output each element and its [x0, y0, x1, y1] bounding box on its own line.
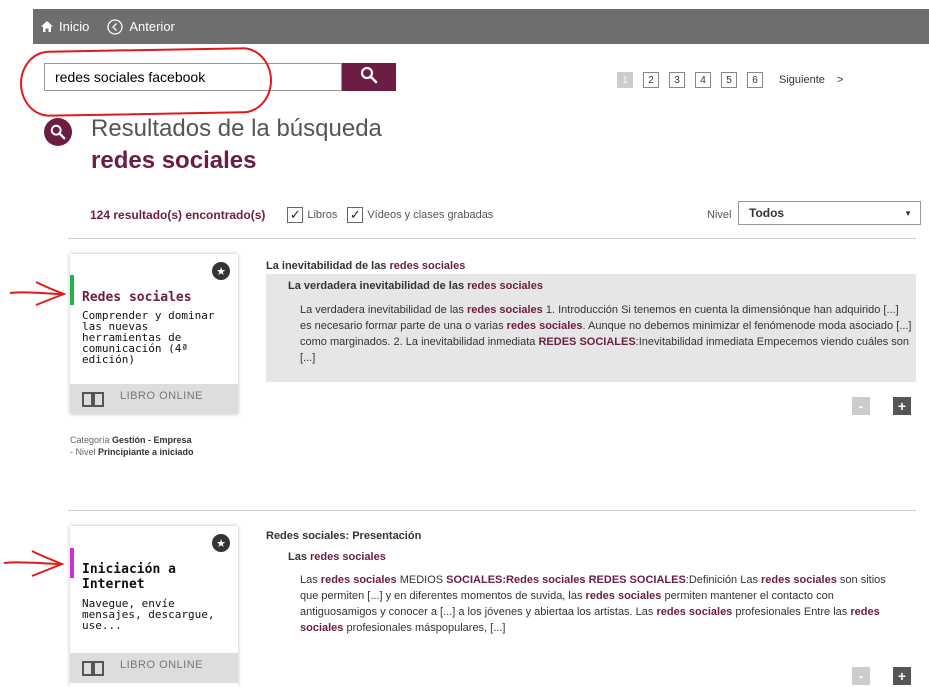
- snippet-text: :Definición Las: [685, 574, 762, 586]
- divider: [68, 238, 916, 239]
- videos-checkbox[interactable]: ✓ Vídeos y clases grabadas: [347, 207, 493, 223]
- result-subtitle-text: La verdadera inevitabilidad de las: [288, 280, 468, 292]
- back-circle-icon: [107, 18, 124, 35]
- card-footer: LIBRO ONLINE: [70, 384, 238, 414]
- snippet-highlight: REDES SOCIALES: [538, 336, 636, 348]
- card-type-label: LIBRO ONLINE: [120, 659, 204, 671]
- result-title-text: Redes sociales: Presentación: [266, 530, 422, 542]
- search-icon: [360, 66, 378, 89]
- expand-button[interactable]: +: [893, 397, 911, 415]
- card-title: Iniciación a Internet: [82, 562, 176, 592]
- pagination: 1 2 3 4 5 6 Siguiente >: [617, 72, 843, 88]
- page-1[interactable]: 1: [617, 72, 633, 88]
- home-icon: [41, 21, 53, 32]
- page-5[interactable]: 5: [721, 72, 737, 88]
- result-title[interactable]: La inevitabilidad de las redes sociales: [266, 260, 465, 272]
- star-icon[interactable]: ★: [212, 534, 230, 552]
- home-link[interactable]: Inicio: [41, 19, 89, 34]
- card-meta: Categoría Gestión - Empresa - Nivel Prin…: [70, 434, 194, 458]
- snippet-highlight: redes sociales: [585, 590, 662, 602]
- categoria-label: Categoría: [70, 435, 110, 445]
- card-footer: LIBRO ONLINE: [70, 653, 238, 683]
- nivel-value: Todos: [749, 206, 785, 220]
- results-count: 124 resultado(s) encontrado(s): [90, 208, 266, 222]
- check-icon: ✓: [287, 207, 304, 223]
- dropdown-arrow-icon: ▼: [904, 208, 912, 218]
- result-subtitle-highlight: redes sociales: [310, 551, 386, 563]
- result-title[interactable]: Redes sociales: Presentación: [266, 530, 421, 542]
- videos-label: Vídeos y clases grabadas: [367, 209, 494, 221]
- snippet-highlight: redes sociales: [466, 304, 543, 316]
- snippet-highlight: SOCIALES:Redes sociales REDES SOCIALES: [446, 574, 686, 586]
- result-title-text: La inevitabilidad de las: [266, 260, 390, 272]
- result-title-highlight: redes sociales: [389, 260, 466, 272]
- snippet-text: profesionales máspopulares, [...]: [343, 622, 506, 634]
- snippet-text: MEDIOS: [396, 574, 447, 586]
- search-input[interactable]: [44, 63, 342, 91]
- home-label: Inicio: [59, 19, 90, 34]
- results-query: redes sociales: [91, 147, 257, 174]
- book-icon: [82, 660, 104, 676]
- snippet-text: profesionales Entre las: [732, 606, 851, 618]
- snippet-highlight: redes sociales: [656, 606, 733, 618]
- snippet-highlight: redes sociales: [506, 320, 583, 332]
- next-page-link[interactable]: Siguiente: [779, 74, 825, 86]
- card-subtitle: Comprender y dominar las nuevas herramie…: [82, 309, 215, 366]
- card-accent-bar: [70, 548, 74, 578]
- collapse-button[interactable]: -: [852, 397, 870, 415]
- check-icon: ✓: [347, 207, 364, 223]
- card-title: Redes sociales: [82, 290, 192, 305]
- results-heading: Resultados de la búsqueda: [91, 115, 382, 142]
- nivel-meta-label: - Nivel: [70, 447, 96, 457]
- snippet-text: Las: [300, 574, 321, 586]
- divider: [68, 510, 916, 511]
- snippet-highlight: redes sociales: [761, 574, 837, 586]
- filter-row: 124 resultado(s) encontrado(s) ✓ Libros …: [90, 201, 921, 225]
- libros-checkbox[interactable]: ✓ Libros: [287, 207, 337, 223]
- result-subtitle-highlight: redes sociales: [467, 280, 543, 292]
- result-subtitle[interactable]: Las redes sociales: [288, 551, 386, 563]
- page-4[interactable]: 4: [695, 72, 711, 88]
- snippet-text: La verdadera inevitabilidad de las: [300, 304, 467, 316]
- page-3[interactable]: 3: [669, 72, 685, 88]
- book-card[interactable]: ★ Redes sociales Comprender y dominar la…: [70, 254, 238, 414]
- page-6[interactable]: 6: [747, 72, 763, 88]
- red-annotation-arrow: [3, 550, 65, 577]
- card-subtitle: Navegue, envíe mensajes, descargue, use.…: [82, 597, 215, 632]
- libros-label: Libros: [307, 209, 338, 221]
- categoria-value[interactable]: Gestión - Empresa: [112, 435, 192, 445]
- page-2[interactable]: 2: [643, 72, 659, 88]
- back-label: Anterior: [129, 19, 175, 34]
- book-icon: [82, 391, 104, 407]
- nivel-select[interactable]: Todos ▼: [738, 201, 921, 225]
- result-snippet: La verdadera inevitabilidad de las redes…: [300, 302, 912, 366]
- result-subtitle-text: Las: [288, 551, 311, 563]
- star-icon[interactable]: ★: [212, 262, 230, 280]
- nivel-label: Nivel: [707, 209, 732, 221]
- back-link[interactable]: Anterior: [107, 18, 175, 35]
- search-bar: [44, 63, 396, 91]
- chevron-right-icon[interactable]: >: [837, 74, 843, 86]
- snippet-highlight: redes sociales: [320, 574, 397, 586]
- card-type-label: LIBRO ONLINE: [120, 390, 204, 402]
- result-snippet: Las redes sociales MEDIOS SOCIALES:Redes…: [300, 572, 900, 636]
- result-subtitle[interactable]: La verdadera inevitabilidad de las redes…: [288, 280, 543, 292]
- card-accent-bar: [70, 275, 74, 305]
- results-search-icon: [44, 118, 72, 146]
- collapse-button[interactable]: -: [852, 667, 870, 685]
- search-button[interactable]: [342, 63, 396, 91]
- red-annotation-arrow: [9, 281, 67, 306]
- nivel-meta-value[interactable]: Principiante a iniciado: [98, 447, 194, 457]
- top-nav-bar: Inicio Anterior: [33, 9, 929, 44]
- book-card[interactable]: ★ Iniciación a Internet Navegue, envíe m…: [70, 526, 238, 687]
- expand-button[interactable]: +: [893, 667, 911, 685]
